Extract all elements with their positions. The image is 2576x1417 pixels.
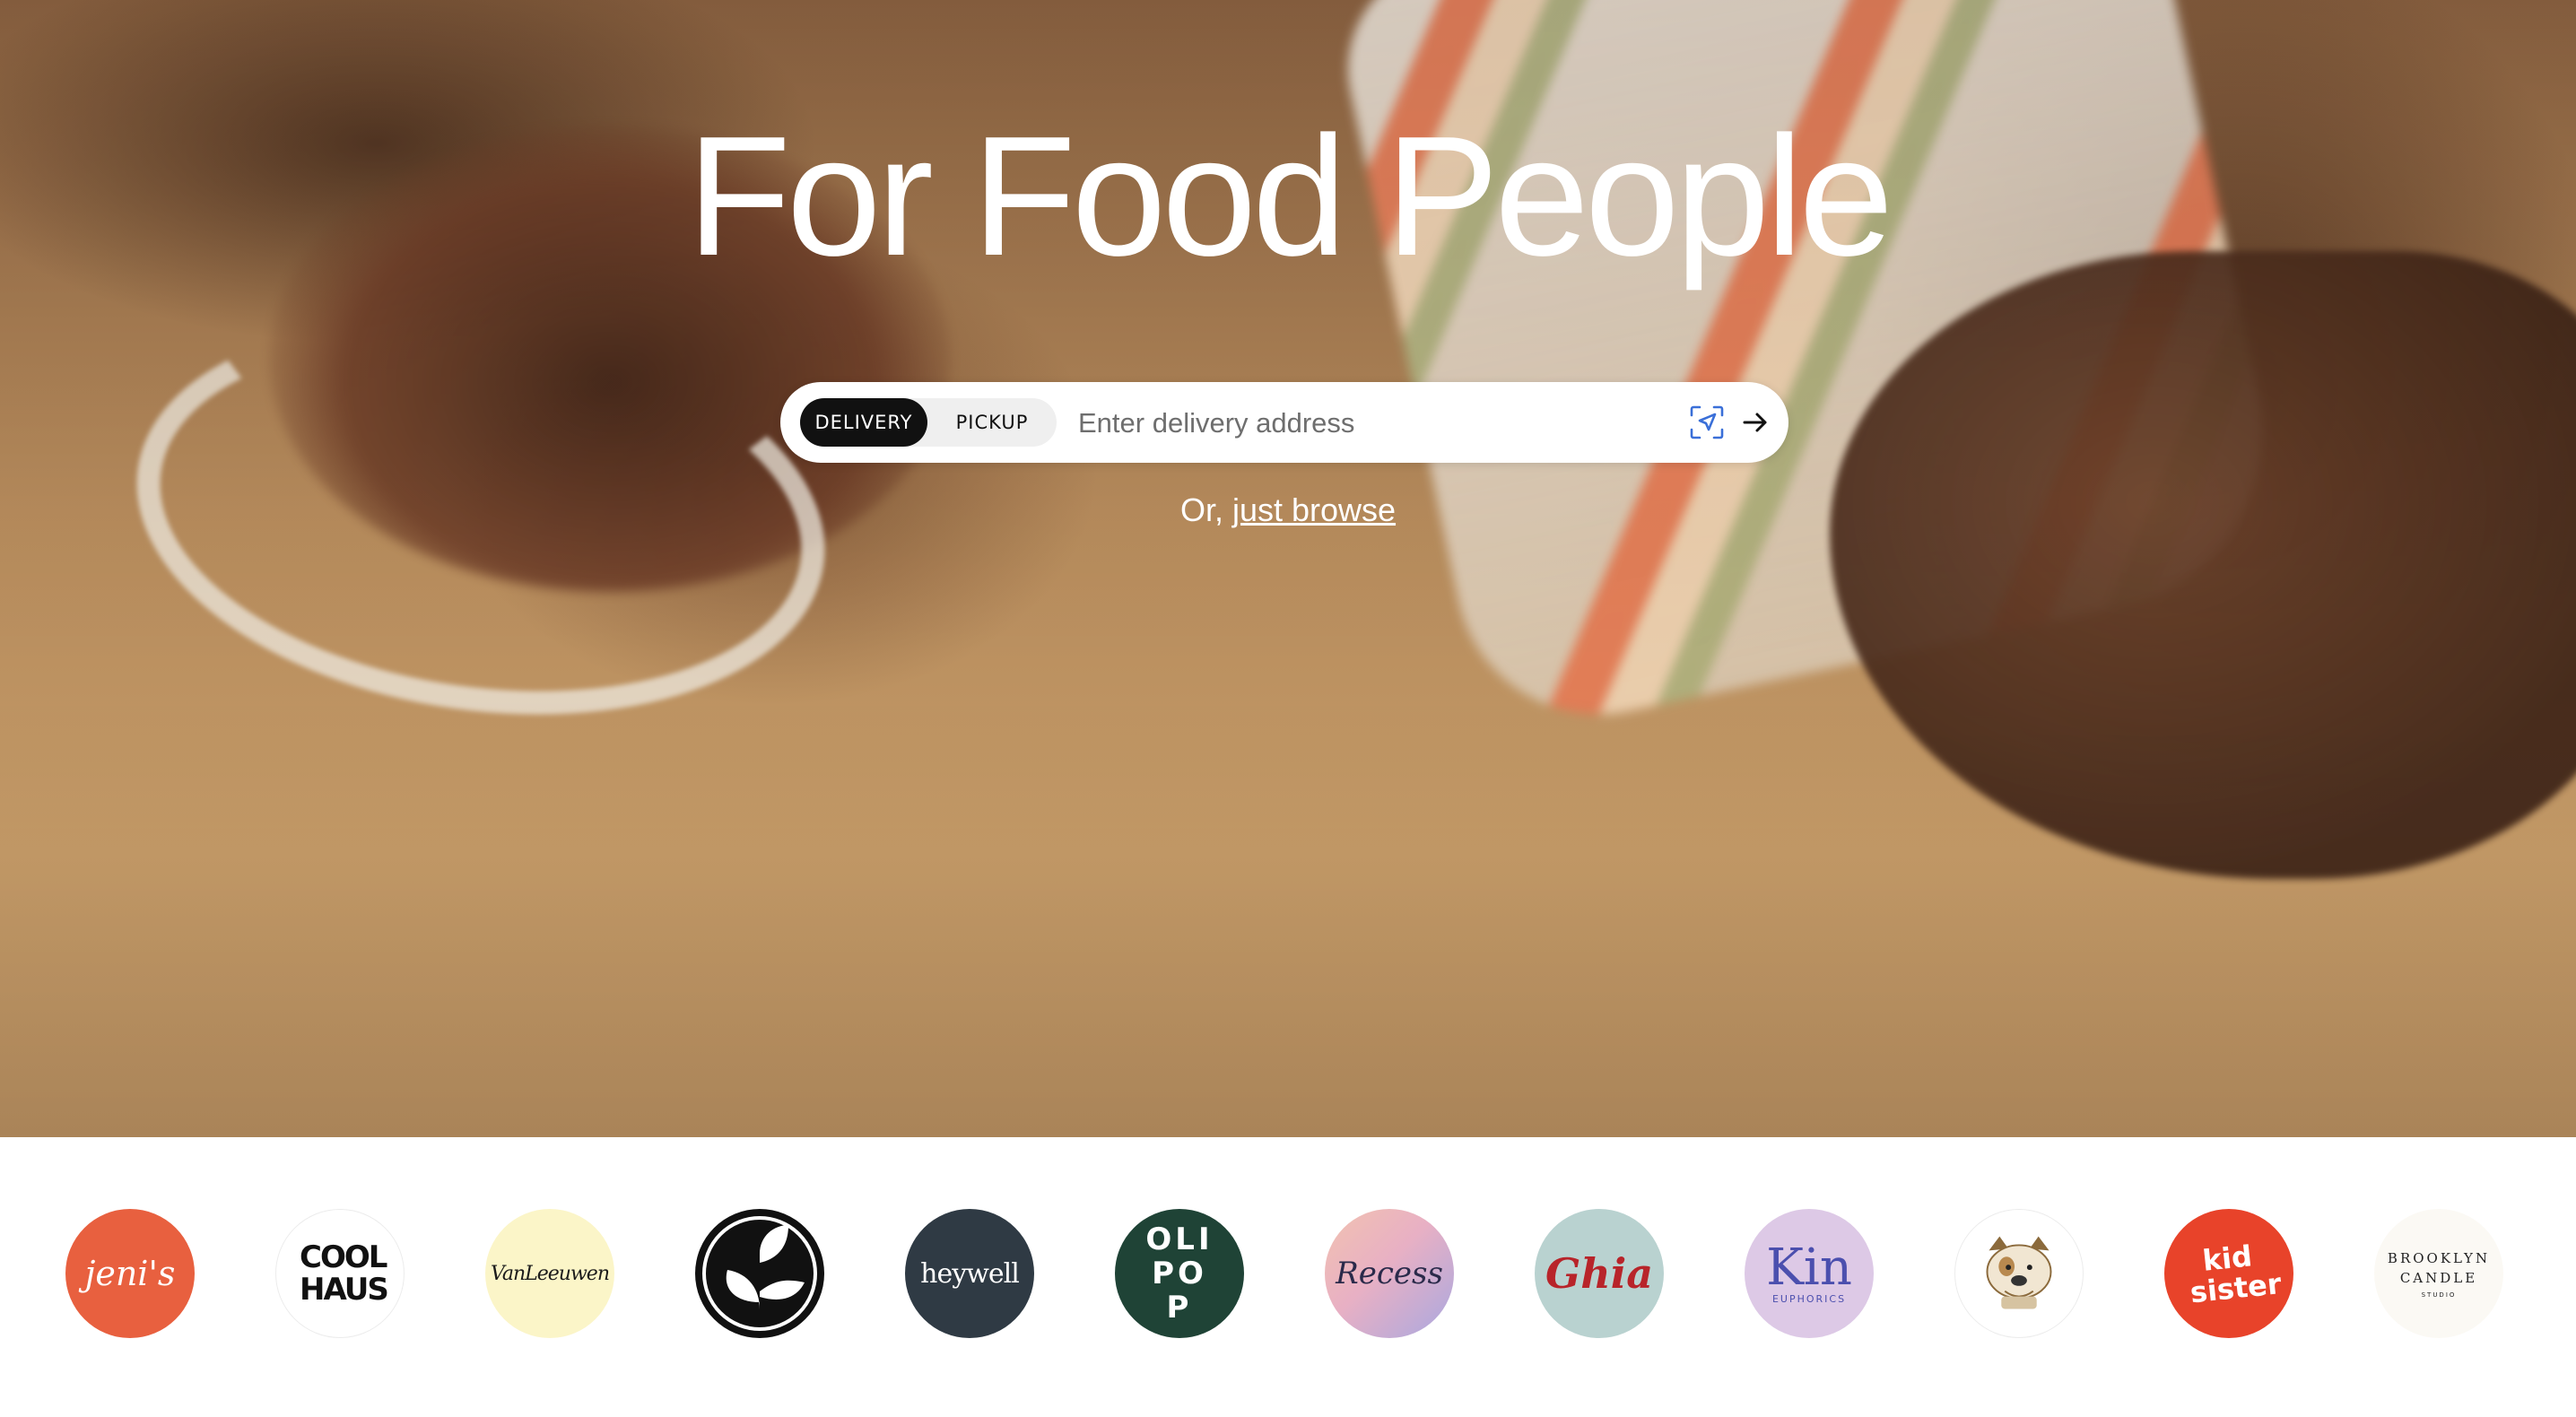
brand-name: VanLeeuwen xyxy=(491,1262,610,1285)
hero-headline: For Food People xyxy=(686,101,1893,291)
arrow-right-icon xyxy=(1743,413,1767,432)
brand-logo-olipop[interactable]: OLIPOP xyxy=(1115,1209,1244,1338)
brand-logo-heywell[interactable]: heywell xyxy=(905,1209,1034,1338)
address-search-bar: DELIVERY PICKUP xyxy=(780,382,1788,463)
pickup-mode-button[interactable]: PICKUP xyxy=(933,398,1051,447)
brand-subtitle: STUDIO xyxy=(2421,1291,2457,1299)
delivery-pickup-toggle: DELIVERY PICKUP xyxy=(800,398,1057,447)
brand-logo-kin[interactable]: Kin EUPHORICS xyxy=(1745,1209,1874,1338)
brand-logo-brooklyn-candle[interactable]: BROOKLYN CANDLE STUDIO xyxy=(2374,1209,2503,1338)
brand-name: BROOKLYN CANDLE xyxy=(2387,1250,2491,1286)
browse-prompt: Or, just browse xyxy=(0,491,2576,529)
brand-logo-vanleeuwen[interactable]: VanLeeuwen xyxy=(485,1209,614,1338)
brand-name: Kin xyxy=(1766,1238,1852,1297)
browse-prefix: Or, xyxy=(1179,491,1232,528)
bulldog-icon xyxy=(1986,1236,2052,1309)
brand-subtitle: EUPHORICS xyxy=(1771,1292,1847,1305)
brand-logo-jenis[interactable]: jeni's xyxy=(65,1209,195,1338)
brand-name: jeni's xyxy=(84,1254,176,1293)
just-browse-link[interactable]: just browse xyxy=(1232,491,1396,528)
brand-name: Recess xyxy=(1336,1256,1443,1291)
brand-logo-ghia[interactable]: Ghia xyxy=(1535,1209,1664,1338)
brand-name: kid sister xyxy=(2189,1239,2284,1310)
location-arrow-icon xyxy=(1690,405,1724,439)
brand-logo-row: jeni's COOL HAUS VanLeeuwen heywell OLIP… xyxy=(0,1137,2576,1417)
brand-logo-leaf[interactable] xyxy=(695,1209,824,1338)
brand-logo-coolhaus[interactable]: COOL HAUS xyxy=(275,1209,405,1338)
submit-address-button[interactable] xyxy=(1736,404,1774,441)
brand-name: OLIPOP xyxy=(1145,1221,1214,1326)
leaf-icon xyxy=(702,1216,817,1331)
brand-name: Ghia xyxy=(1545,1249,1653,1298)
hero-banner: For Food People DELIVERY PICKUP Or, just… xyxy=(0,0,2576,1137)
brand-name: COOL HAUS xyxy=(300,1239,389,1308)
delivery-mode-button[interactable]: DELIVERY xyxy=(800,398,927,447)
delivery-address-input[interactable] xyxy=(1076,398,1564,448)
brand-logo-recess[interactable]: Recess xyxy=(1325,1209,1454,1338)
brand-name: heywell xyxy=(920,1257,1020,1290)
brand-logo-kidsister[interactable]: kid sister xyxy=(2164,1209,2293,1338)
brand-logo-bulldog[interactable] xyxy=(1954,1209,2084,1338)
use-current-location-button[interactable] xyxy=(1688,404,1726,441)
